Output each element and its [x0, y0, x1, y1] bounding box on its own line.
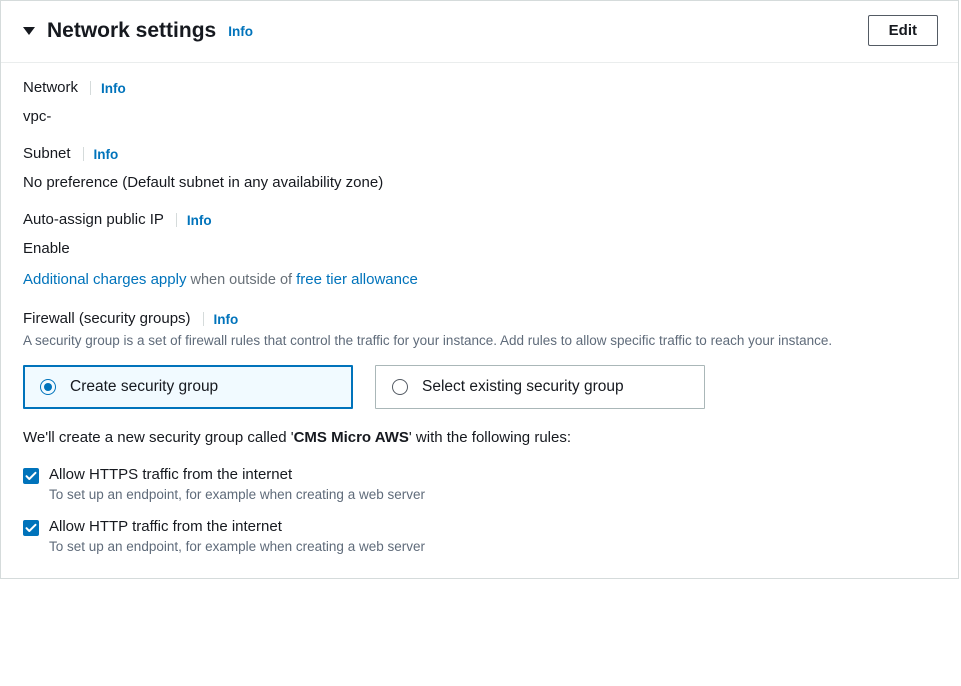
charges-note: Additional charges apply when outside of…	[23, 271, 936, 288]
rule-https-row: Allow HTTPS traffic from the internet To…	[23, 466, 936, 502]
rule-http-help: To set up an endpoint, for example when …	[49, 539, 425, 554]
header-info-link[interactable]: Info	[228, 24, 253, 39]
panel-body: Network Info vpc- Subnet Info No prefere…	[1, 63, 958, 578]
sg-suffix: ' with the following rules:	[409, 429, 571, 446]
edit-button[interactable]: Edit	[868, 15, 938, 46]
checkbox-allow-https[interactable]	[23, 468, 39, 484]
radio-icon	[392, 379, 408, 395]
checkbox-allow-http[interactable]	[23, 520, 39, 536]
subnet-info-link[interactable]: Info	[94, 147, 119, 162]
panel-header: Network settings Info Edit	[1, 1, 958, 63]
subnet-value: No preference (Default subnet in any ava…	[23, 174, 936, 191]
additional-charges-link[interactable]: Additional charges apply	[23, 271, 186, 288]
radio-icon	[40, 379, 56, 395]
public-ip-value: Enable	[23, 240, 936, 257]
sg-prefix: We'll create a new security group called…	[23, 429, 294, 446]
rule-https-label: Allow HTTPS traffic from the internet	[49, 466, 425, 483]
radio-create-label: Create security group	[70, 378, 218, 396]
subnet-label: Subnet	[23, 145, 71, 162]
rule-https-help: To set up an endpoint, for example when …	[49, 487, 425, 502]
separator	[90, 81, 91, 95]
network-settings-panel: Network settings Info Edit Network Info …	[0, 0, 959, 579]
radio-create-security-group[interactable]: Create security group	[23, 365, 353, 409]
public-ip-label: Auto-assign public IP	[23, 211, 164, 228]
network-info-link[interactable]: Info	[101, 81, 126, 96]
checkmark-icon	[25, 522, 37, 534]
separator	[83, 147, 84, 161]
firewall-info-link[interactable]: Info	[214, 312, 239, 327]
panel-title: Network settings	[47, 19, 216, 43]
rule-http-row: Allow HTTP traffic from the internet To …	[23, 518, 936, 554]
separator	[203, 312, 204, 326]
checkmark-icon	[25, 470, 37, 482]
rule-http-label: Allow HTTP traffic from the internet	[49, 518, 425, 535]
network-value: vpc-	[23, 108, 936, 125]
charges-mid: when outside of	[186, 272, 296, 288]
free-tier-link[interactable]: free tier allowance	[296, 271, 418, 288]
security-group-create-text: We'll create a new security group called…	[23, 429, 936, 446]
firewall-radio-group: Create security group Select existing se…	[23, 365, 936, 409]
separator	[176, 213, 177, 227]
radio-select-existing-security-group[interactable]: Select existing security group	[375, 365, 705, 409]
sg-name: CMS Micro AWS	[294, 429, 409, 446]
firewall-label: Firewall (security groups)	[23, 310, 191, 327]
network-label: Network	[23, 79, 78, 96]
collapse-caret-icon[interactable]	[23, 27, 35, 35]
public-ip-info-link[interactable]: Info	[187, 213, 212, 228]
radio-select-label: Select existing security group	[422, 378, 624, 396]
firewall-help-text: A security group is a set of firewall ru…	[23, 331, 936, 351]
